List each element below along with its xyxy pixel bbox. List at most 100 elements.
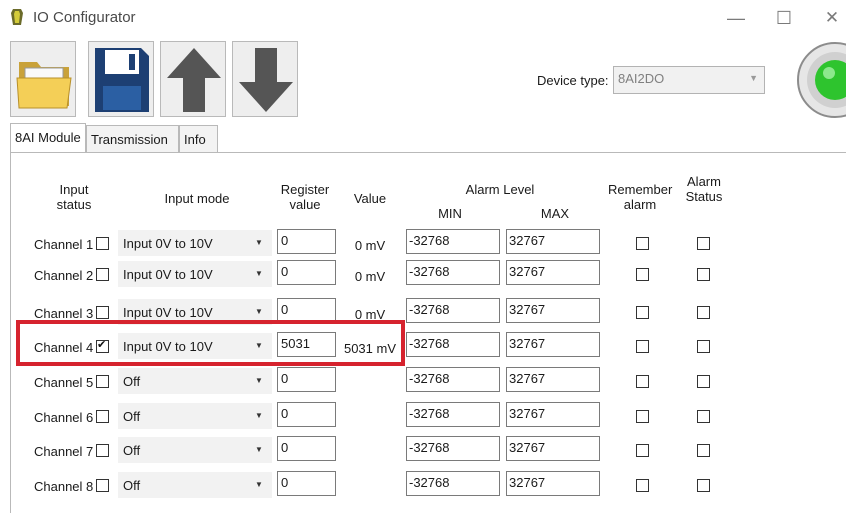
chevron-down-icon: ▼ (255, 411, 263, 420)
alarm-min-text: -32768 (409, 406, 450, 421)
minimize-button[interactable]: — (716, 4, 756, 32)
download-button[interactable] (232, 41, 298, 117)
alarm-min-text: -32768 (409, 336, 450, 351)
header-input-mode: Input mode (164, 191, 230, 206)
register-value-text: 0 (281, 233, 289, 248)
alarm-status-checkbox[interactable] (697, 340, 710, 353)
chevron-down-icon: ▼ (749, 73, 758, 83)
remember-alarm-checkbox[interactable] (636, 237, 649, 250)
header-remember-alarm: Remember alarm (608, 182, 673, 212)
input-mode-value: Off (123, 443, 141, 458)
alarm-max-field[interactable]: 32767 (506, 471, 600, 496)
register-value-field[interactable]: 0 (277, 402, 336, 427)
input-status-checkbox[interactable] (96, 410, 109, 423)
device-type-select[interactable]: 8AI2DO ▼ (613, 66, 765, 94)
input-mode-select[interactable]: Input 0V to 10V ▼ (118, 230, 272, 256)
alarm-status-checkbox[interactable] (697, 444, 710, 457)
alarm-status-checkbox[interactable] (697, 375, 710, 388)
chevron-down-icon: ▼ (255, 445, 263, 454)
input-mode-value: Off (123, 374, 141, 389)
tab-8ai-module[interactable]: 8AI Module (10, 123, 86, 152)
upload-button[interactable] (160, 41, 226, 117)
register-value-text: 0 (281, 264, 289, 279)
input-mode-value: Off (123, 409, 141, 424)
tab-strip: 8AI Module Transmission Info (10, 123, 846, 153)
input-mode-select[interactable]: Off ▼ (118, 368, 272, 394)
measured-value: 0 mV (354, 269, 386, 284)
remember-alarm-checkbox[interactable] (636, 375, 649, 388)
input-mode-value: Input 0V to 10V (123, 305, 213, 320)
alarm-status-checkbox[interactable] (697, 479, 710, 492)
channel-row: Channel 6 Off ▼ 0 -32768 32767 (0, 400, 846, 431)
alarm-max-field[interactable]: 32767 (506, 229, 600, 254)
remember-alarm-checkbox[interactable] (636, 444, 649, 457)
channel-row: Channel 7 Off ▼ 0 -32768 32767 (0, 434, 846, 465)
header-min: MIN (438, 206, 462, 221)
input-mode-select[interactable]: Off ▼ (118, 403, 272, 429)
register-value-field[interactable]: 0 (277, 229, 336, 254)
open-button[interactable] (10, 41, 76, 117)
alarm-min-field[interactable]: -32768 (406, 229, 500, 254)
remember-alarm-checkbox[interactable] (636, 479, 649, 492)
arrow-up-icon (167, 48, 221, 112)
alarm-max-field[interactable]: 32767 (506, 260, 600, 285)
device-type-label: Device type: (537, 73, 609, 88)
device-type-value: 8AI2DO (618, 71, 665, 86)
input-status-checkbox[interactable] (96, 237, 109, 250)
remember-alarm-checkbox[interactable] (636, 268, 649, 281)
remember-alarm-checkbox[interactable] (636, 340, 649, 353)
input-status-checkbox[interactable] (96, 479, 109, 492)
maximize-button[interactable]: ☐ (764, 4, 804, 32)
register-value-field[interactable]: 0 (277, 367, 336, 392)
input-status-checkbox[interactable] (96, 306, 109, 319)
alarm-min-field[interactable]: -32768 (406, 367, 500, 392)
register-value-field[interactable]: 0 (277, 436, 336, 461)
input-mode-value: Input 0V to 10V (123, 236, 213, 251)
register-value-field[interactable]: 0 (277, 260, 336, 285)
alarm-status-checkbox[interactable] (697, 237, 710, 250)
alarm-max-field[interactable]: 32767 (506, 436, 600, 461)
input-status-checkbox[interactable] (96, 268, 109, 281)
input-mode-value: Input 0V to 10V (123, 267, 213, 282)
save-button[interactable] (88, 41, 154, 117)
input-mode-select[interactable]: Off ▼ (118, 472, 272, 498)
register-value-field[interactable]: 0 (277, 471, 336, 496)
alarm-min-text: -32768 (409, 440, 450, 455)
tab-transmission[interactable]: Transmission (86, 125, 179, 152)
alarm-max-field[interactable]: 32767 (506, 402, 600, 427)
alarm-max-field[interactable]: 32767 (506, 332, 600, 357)
alarm-min-field[interactable]: -32768 (406, 332, 500, 357)
register-value-text: 0 (281, 371, 289, 386)
alarm-status-checkbox[interactable] (697, 306, 710, 319)
alarm-max-field[interactable]: 32767 (506, 298, 600, 323)
channel-label: Channel 2 (34, 268, 94, 283)
measured-value: 0 mV (354, 238, 386, 253)
alarm-min-field[interactable]: -32768 (406, 260, 500, 285)
alarm-min-field[interactable]: -32768 (406, 471, 500, 496)
channel-label: Channel 6 (34, 410, 94, 425)
alarm-max-text: 32767 (509, 264, 546, 279)
status-led-icon (795, 40, 846, 120)
input-mode-select[interactable]: Input 0V to 10V ▼ (118, 261, 272, 287)
alarm-status-checkbox[interactable] (697, 268, 710, 281)
chevron-down-icon: ▼ (255, 238, 263, 247)
input-status-checkbox[interactable] (96, 375, 109, 388)
input-status-checkbox[interactable] (96, 444, 109, 457)
tab-info[interactable]: Info (179, 125, 218, 152)
alarm-min-field[interactable]: -32768 (406, 402, 500, 427)
alarm-min-field[interactable]: -32768 (406, 436, 500, 461)
remember-alarm-checkbox[interactable] (636, 306, 649, 319)
channel-label: Channel 5 (34, 375, 94, 390)
remember-alarm-checkbox[interactable] (636, 410, 649, 423)
register-value-text: 0 (281, 406, 289, 421)
alarm-min-field[interactable]: -32768 (406, 298, 500, 323)
alarm-max-text: 32767 (509, 233, 546, 248)
alarm-max-field[interactable]: 32767 (506, 367, 600, 392)
floppy-disk-icon (95, 48, 149, 112)
input-mode-select[interactable]: Off ▼ (118, 437, 272, 463)
alarm-status-checkbox[interactable] (697, 410, 710, 423)
header-alarm-level: Alarm Level (465, 182, 535, 197)
channel-row: Channel 2 Input 0V to 10V ▼ 0 0 mV -32768 3276… (0, 258, 846, 289)
register-value-text: 0 (281, 440, 289, 455)
close-button[interactable]: ✕ (812, 4, 846, 32)
